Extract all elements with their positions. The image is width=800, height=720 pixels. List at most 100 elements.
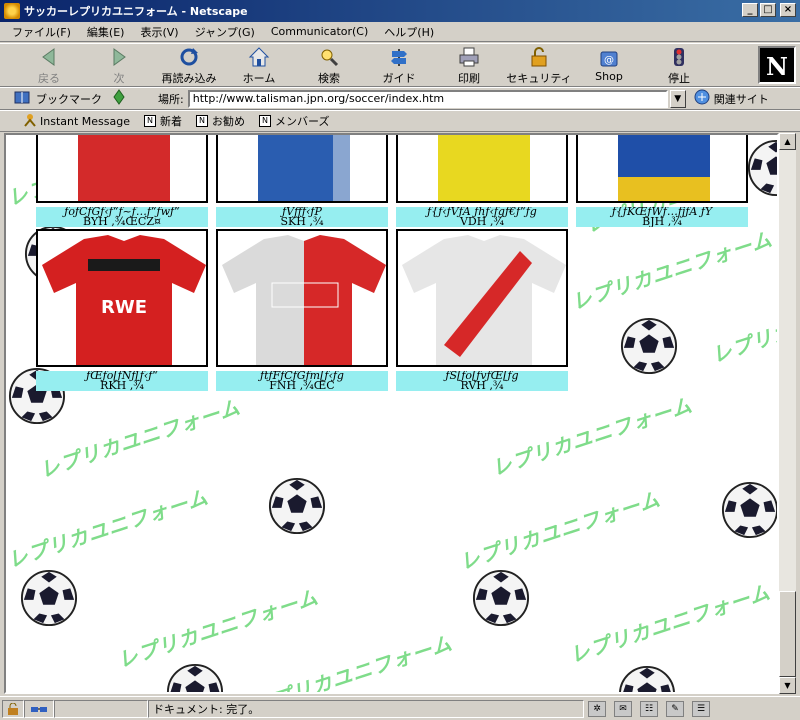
- maximize-button[interactable]: □: [760, 3, 776, 17]
- members-label: メンバーズ: [275, 115, 330, 128]
- printer-icon: [458, 46, 480, 68]
- menu-edit[interactable]: 編集(E): [79, 24, 133, 40]
- page-proxy-icon[interactable]: [112, 89, 126, 108]
- shirt-image-link[interactable]: RWE: [36, 229, 208, 367]
- menu-bar: ファイル(F) 編集(E) 表示(V) ジャンプ(G) Communicator…: [0, 22, 800, 42]
- bookmarks-label: ブックマーク: [36, 92, 102, 106]
- shirt-sponsor-mark: RWE: [101, 297, 147, 318]
- instant-message-icon: [24, 113, 36, 130]
- scroll-up-button[interactable]: ▲: [779, 133, 796, 150]
- shirt-image-link[interactable]: [396, 135, 568, 203]
- component-bar: ✲ ✉ ☷ ✎ ☰: [588, 700, 710, 717]
- reload-button[interactable]: 再読み込み: [154, 44, 224, 86]
- shirt-image: RWE: [42, 235, 206, 365]
- stop-icon: [668, 46, 690, 68]
- padlock-icon: [528, 46, 550, 68]
- home-icon: [248, 46, 270, 68]
- watermark-text: レプリカユニフォーム: [456, 486, 664, 575]
- window-controls: _ □ ×: [742, 3, 796, 17]
- menu-go[interactable]: ジャンプ(G): [187, 24, 263, 40]
- vertical-scrollbar[interactable]: ▲ ▼: [779, 133, 796, 694]
- url-dropdown-button[interactable]: ▼: [669, 89, 686, 108]
- shirt-image: [618, 135, 710, 201]
- shirt-side-panel: [333, 135, 350, 201]
- shirt-caption[interactable]: ƒŠ[ƒo[ƒvƒŒ[ƒg RVH ‚¾: [396, 371, 568, 391]
- shop-bag-icon: @: [598, 46, 620, 68]
- shirt-image-link[interactable]: [576, 135, 748, 203]
- bookmarks-button[interactable]: ブックマーク: [14, 90, 102, 107]
- shop-button[interactable]: @ Shop: [574, 44, 644, 86]
- progress-bar: [54, 699, 148, 718]
- new-link[interactable]: N 新着: [144, 113, 182, 129]
- soccer-ball-icon: [472, 569, 530, 627]
- shirt-image: [438, 135, 530, 201]
- status-message: ドキュメント: 完了。: [148, 699, 584, 718]
- shirt-image-link[interactable]: [216, 135, 388, 203]
- related-sites-button[interactable]: 関連サイト: [694, 89, 769, 108]
- soccer-ball-icon: [20, 569, 78, 627]
- addressbook-icon[interactable]: ☰: [692, 700, 710, 717]
- watermark-text: レプリカユニフォーム: [708, 279, 779, 368]
- shirt-stripe: [88, 259, 160, 271]
- soccer-ball-icon: [619, 665, 675, 692]
- shirt-price: FNH ‚¾ŒC: [269, 379, 335, 391]
- members-link[interactable]: N メンバーズ: [259, 113, 329, 129]
- watermark-text: レプリカユニフォーム: [566, 579, 774, 668]
- guide-button[interactable]: ガイド: [364, 44, 434, 86]
- shirt-image-link[interactable]: [216, 229, 388, 367]
- shirt-body: [438, 135, 530, 201]
- search-button[interactable]: 検索: [294, 44, 364, 86]
- location-label: 場所:: [158, 92, 184, 106]
- instant-message-button[interactable]: Instant Message: [24, 113, 130, 130]
- plug-icon: [31, 706, 47, 712]
- netscape-logo[interactable]: N: [758, 46, 796, 84]
- shirt-caption[interactable]: ƒŒƒo[ƒNƒ[ƒ‹ƒ“ RKH ‚¾: [36, 371, 208, 391]
- related-sites-icon: [694, 89, 710, 108]
- guide-label: ガイド: [382, 72, 416, 85]
- forward-button[interactable]: 次: [84, 44, 154, 86]
- menu-view[interactable]: 表示(V): [132, 24, 186, 40]
- home-button[interactable]: ホーム: [224, 44, 294, 86]
- watermark-text: レプリカユニフォーム: [4, 484, 212, 573]
- url-field[interactable]: http://www.talisman.jpn.org/soccer/index…: [187, 89, 668, 108]
- navigator-icon[interactable]: ✲: [588, 700, 606, 717]
- back-arrow-icon: [38, 46, 60, 68]
- shirt-image-link[interactable]: [36, 135, 208, 203]
- menu-communicator[interactable]: Communicator(C): [263, 25, 376, 38]
- menu-file[interactable]: ファイル(F): [4, 24, 79, 40]
- security-button[interactable]: セキュリティ: [504, 44, 574, 86]
- watermark-text: レプリカユニフォーム: [114, 584, 322, 673]
- security-lock-indicator[interactable]: [2, 699, 24, 718]
- new-label: 新着: [160, 115, 182, 128]
- print-label: 印刷: [458, 72, 480, 85]
- shirt-caption[interactable]: ƒtƒFƒCƒGƒm[ƒ‹ƒg FNH ‚¾ŒC: [216, 371, 388, 391]
- shirt-caption[interactable]: ƒ{ƒKŒƒWƒ…ƒjƒA ƒY BJH ‚¾: [576, 207, 748, 227]
- reload-icon: [178, 46, 200, 68]
- link-page-icon: N: [259, 115, 271, 127]
- menu-help[interactable]: ヘルプ(H): [376, 24, 442, 40]
- shirt-image: [402, 235, 566, 365]
- watermark-text: レプリカユニフォーム: [568, 226, 776, 315]
- composer-icon[interactable]: ✎: [666, 700, 684, 717]
- stop-button[interactable]: 停止: [644, 44, 714, 86]
- back-button[interactable]: 戻る: [14, 44, 84, 86]
- shirt-image-link[interactable]: [396, 229, 568, 367]
- shirt-caption[interactable]: ƒ{ƒ‹ƒVƒA ƒhƒ‹ƒgƒ€ƒ“ƒg VDH ‚¾: [396, 207, 568, 227]
- shirt-caption[interactable]: ƒVƒƒƒ‹ƒP SKH ‚¾: [216, 207, 388, 227]
- security-label: セキュリティ: [506, 72, 572, 85]
- discussion-icon[interactable]: ☷: [640, 700, 658, 717]
- print-button[interactable]: 印刷: [434, 44, 504, 86]
- shirt-caption[interactable]: ƒoƒCƒGƒ‹ƒ“ƒ~ƒ…ƒ“ƒwƒ“ BYH ‚¾ŒCZ¤: [36, 207, 208, 227]
- minimize-button[interactable]: _: [742, 3, 758, 17]
- reload-label: 再読み込み: [161, 72, 217, 85]
- location-toolbar: ブックマーク 場所: http://www.talisman.jpn.org/s…: [0, 87, 800, 110]
- instant-message-label: Instant Message: [40, 114, 130, 128]
- status-text: ドキュメント: 完了。: [153, 702, 260, 716]
- shirt-image: [78, 135, 170, 201]
- recommend-link[interactable]: N お勧め: [196, 113, 245, 129]
- mail-icon[interactable]: ✉: [614, 700, 632, 717]
- connection-indicator: [24, 699, 54, 718]
- close-button[interactable]: ×: [780, 3, 796, 17]
- scroll-thumb[interactable]: [779, 591, 796, 677]
- scroll-down-button[interactable]: ▼: [779, 677, 796, 694]
